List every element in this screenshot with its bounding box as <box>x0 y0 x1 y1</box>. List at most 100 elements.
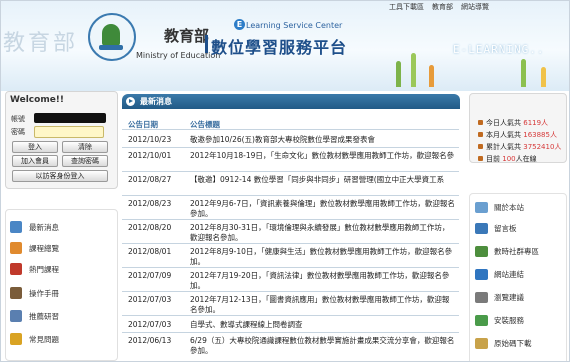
news-icon <box>10 221 22 233</box>
menu-item-manual[interactable]: 操作手冊 <box>10 286 59 300</box>
header-watermark: 教育部 <box>3 31 79 56</box>
password-label: 密碼 <box>11 128 25 136</box>
login-panel: Welcome!! 帳號 密碼 登入 清除 加入會員 查詢密碼 以訪客身份登入 <box>5 91 118 189</box>
query-password-button[interactable]: 查詢密碼 <box>62 155 108 167</box>
platform-title: 數位學習服務平台 <box>211 38 348 57</box>
ministry-emblem-logo[interactable] <box>88 13 136 61</box>
right-menu-browse-tips[interactable]: 瀏覽建議 <box>475 290 524 304</box>
row-divider <box>122 219 459 220</box>
menu-item-faq[interactable]: 常見問題 <box>10 332 59 346</box>
row-divider <box>122 291 459 292</box>
guest-login-button[interactable]: 以訪客身份登入 <box>12 170 108 182</box>
right-menu-community[interactable]: 數時社群專區 <box>475 244 539 258</box>
row-title-link[interactable]: 2012年9月6-7日，「資訊素養與倫理」數位教材數學應用教師工作坊，歡迎報名參… <box>190 199 456 219</box>
link-icon <box>475 268 488 280</box>
row-date: 2012/06/13 <box>128 336 172 345</box>
stat-value: 163885人 <box>523 131 557 139</box>
menu-item-hot-courses[interactable]: 熱門課程 <box>10 262 59 276</box>
decor-plant <box>396 61 401 87</box>
stat-value: 6119人 <box>523 119 549 127</box>
login-button[interactable]: 登入 <box>12 141 58 153</box>
row-date: 2012/07/03 <box>128 295 172 304</box>
right-menu-label: 網站連結 <box>494 269 524 279</box>
decor-plant <box>411 53 416 87</box>
menu-item-label: 操作手冊 <box>29 288 59 298</box>
brand-name: 教育部 <box>164 27 210 45</box>
right-menu-label: 原始碼下載 <box>494 338 532 348</box>
right-menu-links[interactable]: 網站連結 <box>475 267 524 281</box>
stat-label: 目前 <box>486 155 500 163</box>
row-divider <box>122 195 459 196</box>
left-menu: 最新消息 課程總覽 熱門課程 操作手冊 推薦研習 常見問題 <box>5 209 118 361</box>
row-date: 2012/08/20 <box>128 223 172 232</box>
row-date: 2012/07/09 <box>128 271 172 280</box>
row-divider <box>122 267 459 268</box>
row-title-link[interactable]: 2012年8月9-10日，「健康與生活」數位教材數學應用教師工作坊，歡迎報名參加… <box>190 247 456 267</box>
clear-button[interactable]: 清除 <box>62 141 108 153</box>
hot-course-icon <box>10 263 22 275</box>
row-title-link[interactable]: 2012年7月12-13日，「圖書資訊應用」數位教材數學應用教師工作坊，歡迎報名… <box>190 295 456 315</box>
right-menu-message-board[interactable]: 留言板 <box>475 221 517 235</box>
stat-label: 本月人氣共 <box>486 131 521 139</box>
stat-label: 今日人氣共 <box>486 119 521 127</box>
row-title-link[interactable]: 【敬邀】0912-14 數位學習「同步與非同步」研習營理(國立中正大學資工系 <box>190 175 456 185</box>
service-center-title: Learning Service Center <box>246 21 343 30</box>
stat-today: 今日人氣共 6119人 <box>478 118 548 128</box>
row-divider <box>122 315 459 316</box>
row-divider <box>122 171 459 172</box>
news-header: 最新消息 <box>122 94 460 109</box>
visitor-stats-panel: 今日人氣共 6119人 本月人氣共 163885人 累計人氣共 3752410人… <box>469 93 567 163</box>
menu-item-recommend[interactable]: 推薦研習 <box>10 309 59 323</box>
e-logo-icon: E <box>234 19 245 30</box>
decor-plant <box>521 59 526 87</box>
stat-suffix: 人在線 <box>515 155 537 163</box>
row-title-link[interactable]: 自學式、數導式課程線上問卷調查 <box>190 320 456 330</box>
menu-item-courses[interactable]: 課程總覽 <box>10 241 59 255</box>
browse-tip-icon <box>475 291 488 303</box>
row-date: 2012/08/23 <box>128 199 172 208</box>
password-input[interactable] <box>34 126 104 138</box>
row-date: 2012/08/01 <box>128 247 172 256</box>
menu-item-label: 最新消息 <box>29 222 59 232</box>
stat-bullet-icon <box>478 132 483 137</box>
right-menu-label: 數時社群專區 <box>494 246 539 256</box>
menu-item-label: 熱門課程 <box>29 264 59 274</box>
news-title: 最新消息 <box>140 97 172 106</box>
community-icon <box>475 245 488 257</box>
browser-page: 教育部 教育部 Ministry of Education E Learning… <box>0 0 570 362</box>
right-menu-label: 關於本站 <box>494 202 524 212</box>
right-menu: 關於本站 留言板 數時社群專區 網站連結 瀏覽建議 安裝服務 原始碼下載 <box>469 193 567 361</box>
row-title-link[interactable]: 2012年7月19-20日，「資訊法律」數位教材數學應用教師工作坊，歡迎報名參加… <box>190 271 456 291</box>
stat-bullet-icon <box>478 156 483 161</box>
row-divider <box>122 129 459 130</box>
right-menu-label: 安裝服務 <box>494 315 524 325</box>
decor-plant <box>541 67 546 87</box>
menu-item-news[interactable]: 最新消息 <box>10 220 59 234</box>
install-icon <box>475 314 488 326</box>
elearning-banner-text: E-LEARNING.. <box>453 43 545 56</box>
stat-bullet-icon <box>478 144 483 149</box>
row-divider <box>122 147 459 148</box>
account-input[interactable] <box>34 113 106 123</box>
stat-value: 3752410人 <box>523 143 562 151</box>
top-link-sitemap[interactable]: 網站導覽 <box>461 2 489 14</box>
message-board-icon <box>475 222 488 234</box>
register-button[interactable]: 加入會員 <box>12 155 58 167</box>
row-title-link[interactable]: 6/29（五）大專校院通識課程數位教材數學實施計畫成果交流分享會，歡迎報名參加。 <box>190 336 456 356</box>
row-title-link[interactable]: 2012年8月30-31日，「環境倫理與永續發展」數位教材數學應用教師工作坊，歡… <box>190 223 456 243</box>
faq-icon <box>10 333 22 345</box>
row-title-link[interactable]: 2012年10月18-19日，「生命文化」數位教材數學應用教師工作坊，歡迎報名參 <box>190 151 456 161</box>
row-title-link[interactable]: 敬邀參加10/26(五)教育部大專校院數位學習成果發表會 <box>190 135 456 145</box>
recommend-icon <box>10 310 22 322</box>
menu-item-label: 常見問題 <box>29 334 59 344</box>
right-menu-install[interactable]: 安裝服務 <box>475 313 524 327</box>
row-date: 2012/08/27 <box>128 175 172 184</box>
right-menu-label: 瀏覽建議 <box>494 292 524 302</box>
right-menu-download[interactable]: 原始碼下載 <box>475 336 532 350</box>
right-menu-about[interactable]: 關於本站 <box>475 200 524 214</box>
top-link-moe[interactable]: 教育部 <box>432 2 453 14</box>
manual-icon <box>10 287 22 299</box>
row-divider <box>122 243 459 244</box>
decor-plant <box>429 65 434 87</box>
top-link-tools[interactable]: 工具下載區 <box>389 2 424 14</box>
